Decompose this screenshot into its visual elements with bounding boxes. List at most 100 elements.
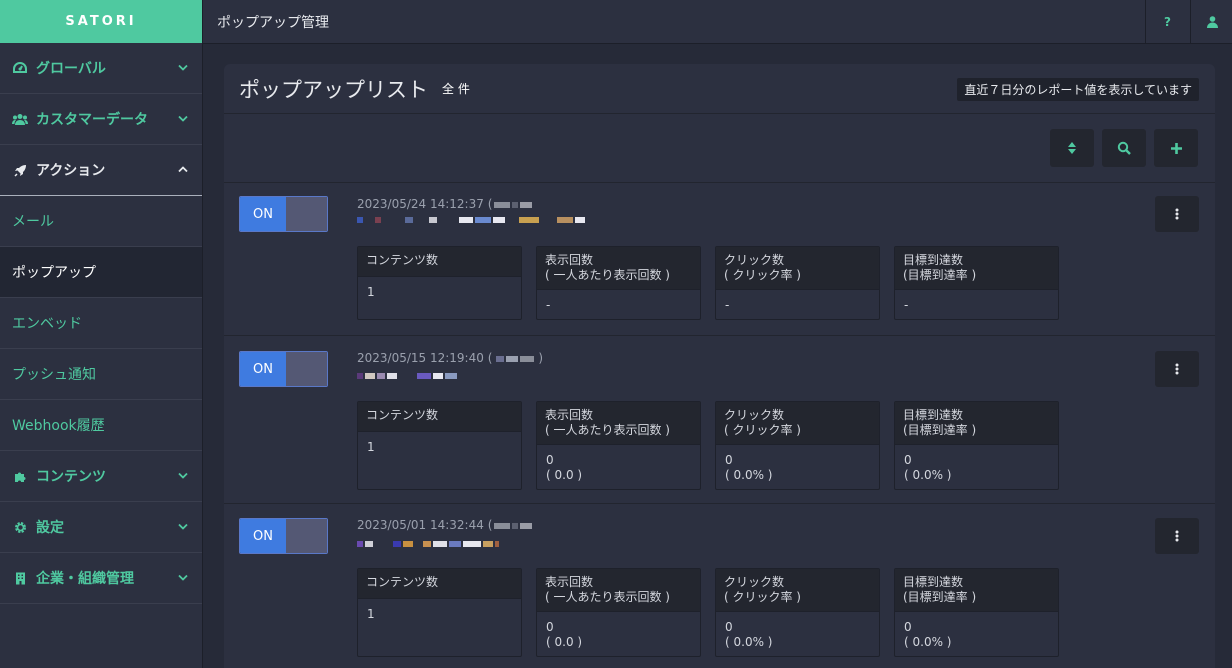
toggle-on-label: ON: [240, 519, 286, 553]
kebab-icon: [1175, 208, 1179, 220]
panel-title: ポップアップリスト: [239, 77, 428, 102]
stat-header: コンテンツ数: [358, 247, 521, 277]
stat-value: -: [546, 298, 551, 312]
sidebar-group-label: アクション: [36, 163, 106, 179]
plus-icon: [1170, 142, 1182, 154]
popup-row: ON 2023/05/01 14:32:44 ( コンテンツ数 1 表示回数( …: [224, 504, 1215, 668]
stat-views: 表示回数( 一人あたり表示回数 ) 0( 0.0 ): [536, 401, 701, 490]
search-button[interactable]: [1102, 129, 1146, 167]
stat-goals: 目標到達数 (目標到達率 ) 0( 0.0% ): [894, 568, 1059, 657]
popup-name-redacted: [357, 211, 585, 229]
users-icon: [12, 113, 28, 125]
report-period-note: 直近７日分のレポート値を表示しています: [957, 78, 1199, 101]
sidebar-group-label: カスタマーデータ: [36, 112, 148, 128]
sidebar-item-mail[interactable]: メール: [0, 196, 202, 247]
page-title: ポップアップ管理: [217, 14, 329, 31]
sidebar-item-label: ポップアップ: [12, 265, 96, 281]
toggle-on-label: ON: [240, 352, 286, 386]
stat-header: コンテンツ数: [358, 569, 521, 599]
help-button[interactable]: ?: [1145, 0, 1189, 44]
stat-value: 1: [367, 440, 375, 454]
stat-goals: 目標到達数 (目標到達率 ) 0( 0.0% ): [894, 401, 1059, 490]
stat-contents: コンテンツ数 1: [357, 246, 522, 320]
popup-list-panel: ポップアップリスト 全 件 直近７日分のレポート値を表示しています ON 202…: [224, 64, 1215, 668]
puzzle-icon: [12, 470, 28, 483]
sidebar-item-push[interactable]: プッシュ通知: [0, 349, 202, 400]
sidebar-item-label: エンベッド: [12, 316, 82, 332]
sidebar-group-contents[interactable]: コンテンツ: [0, 451, 202, 502]
list-toolbar: [224, 114, 1215, 183]
stat-value: -: [904, 298, 909, 312]
gear-icon: [12, 521, 28, 534]
status-toggle[interactable]: ON: [239, 518, 328, 554]
stat-value: 0( 0.0% ): [725, 620, 773, 649]
popup-date: 2023/05/24 14:12:37 (: [357, 197, 534, 211]
kebab-icon: [1175, 363, 1179, 375]
popup-row: ON 2023/05/24 14:12:37 ( コンテンツ数 1 表示回数( …: [224, 183, 1215, 336]
toggle-knob: [286, 197, 327, 231]
popup-name-redacted: [357, 535, 499, 553]
toggle-knob: [286, 519, 327, 553]
stat-header: 表示回数( 一人あたり表示回数 ): [537, 247, 700, 290]
stat-value: 0( 0.0% ): [725, 453, 773, 482]
sidebar-group-label: コンテンツ: [36, 469, 106, 485]
sort-button[interactable]: [1050, 129, 1094, 167]
user-icon: [1207, 16, 1218, 28]
popup-date: 2023/05/15 12:19:40 (): [357, 351, 544, 365]
user-menu-button[interactable]: [1190, 0, 1232, 44]
brand-logo[interactable]: SATORI: [0, 0, 202, 43]
row-menu-button[interactable]: [1155, 196, 1199, 232]
sidebar-group-action[interactable]: アクション: [0, 145, 202, 196]
help-icon: ?: [1164, 15, 1171, 29]
stat-value: 0( 0.0 ): [546, 620, 583, 649]
sort-icon: [1068, 142, 1076, 154]
stat-contents: コンテンツ数 1: [357, 401, 522, 490]
stat-value: 0( 0.0% ): [904, 620, 952, 649]
popup-row: ON 2023/05/15 12:19:40 () コンテンツ数 1 表示回数(…: [224, 336, 1215, 504]
stat-value: 0( 0.0 ): [546, 453, 583, 482]
sidebar-group-label: グローバル: [36, 61, 106, 77]
sidebar-item-label: プッシュ通知: [12, 367, 96, 383]
toggle-knob: [286, 352, 327, 386]
stat-value: 1: [367, 285, 375, 299]
chevron-down-icon: [178, 114, 188, 125]
count-tag: 全 件: [442, 82, 470, 96]
sidebar-item-webhook[interactable]: Webhook履歴: [0, 400, 202, 451]
stat-clicks: クリック数( クリック率 ) 0( 0.0% ): [715, 568, 880, 657]
dashboard-icon: [12, 62, 28, 74]
popup-date: 2023/05/01 14:32:44 (: [357, 518, 534, 532]
sidebar-item-popup[interactable]: ポップアップ: [0, 247, 202, 298]
row-menu-button[interactable]: [1155, 518, 1199, 554]
toggle-on-label: ON: [240, 197, 286, 231]
stat-header: 目標到達数 (目標到達率 ): [895, 569, 1058, 612]
stat-contents: コンテンツ数 1: [357, 568, 522, 657]
sidebar-item-embed[interactable]: エンベッド: [0, 298, 202, 349]
chevron-down-icon: [178, 63, 188, 74]
stat-value: 0( 0.0% ): [904, 453, 952, 482]
stat-header: 目標到達数 (目標到達率 ): [895, 402, 1058, 445]
add-button[interactable]: [1154, 129, 1198, 167]
sidebar-group-global[interactable]: グローバル: [0, 43, 202, 94]
stat-header: クリック数( クリック率 ): [716, 402, 879, 445]
status-toggle[interactable]: ON: [239, 351, 328, 387]
stat-clicks: クリック数( クリック率 ) -: [715, 246, 880, 320]
sidebar: SATORI グローバル カスタマーデータ アクション メール ポップアップ エ…: [0, 0, 203, 668]
chevron-up-icon: [178, 165, 188, 176]
stat-views: 表示回数( 一人あたり表示回数 ) 0( 0.0 ): [536, 568, 701, 657]
stat-header: 表示回数( 一人あたり表示回数 ): [537, 402, 700, 445]
row-menu-button[interactable]: [1155, 351, 1199, 387]
popup-name-redacted: [357, 367, 457, 385]
stat-clicks: クリック数( クリック率 ) 0( 0.0% ): [715, 401, 880, 490]
sidebar-group-settings[interactable]: 設定: [0, 502, 202, 553]
chevron-down-icon: [178, 573, 188, 584]
sidebar-group-label: 企業・組織管理: [36, 571, 134, 587]
chevron-down-icon: [178, 471, 188, 482]
panel-header: ポップアップリスト 全 件 直近７日分のレポート値を表示しています: [224, 64, 1215, 114]
sidebar-group-organization[interactable]: 企業・組織管理: [0, 553, 202, 604]
stat-header: コンテンツ数: [358, 402, 521, 432]
sidebar-group-customer-data[interactable]: カスタマーデータ: [0, 94, 202, 145]
sidebar-item-label: メール: [12, 214, 54, 230]
rocket-icon: [12, 164, 28, 177]
stat-views: 表示回数( 一人あたり表示回数 ) -: [536, 246, 701, 320]
status-toggle[interactable]: ON: [239, 196, 328, 232]
